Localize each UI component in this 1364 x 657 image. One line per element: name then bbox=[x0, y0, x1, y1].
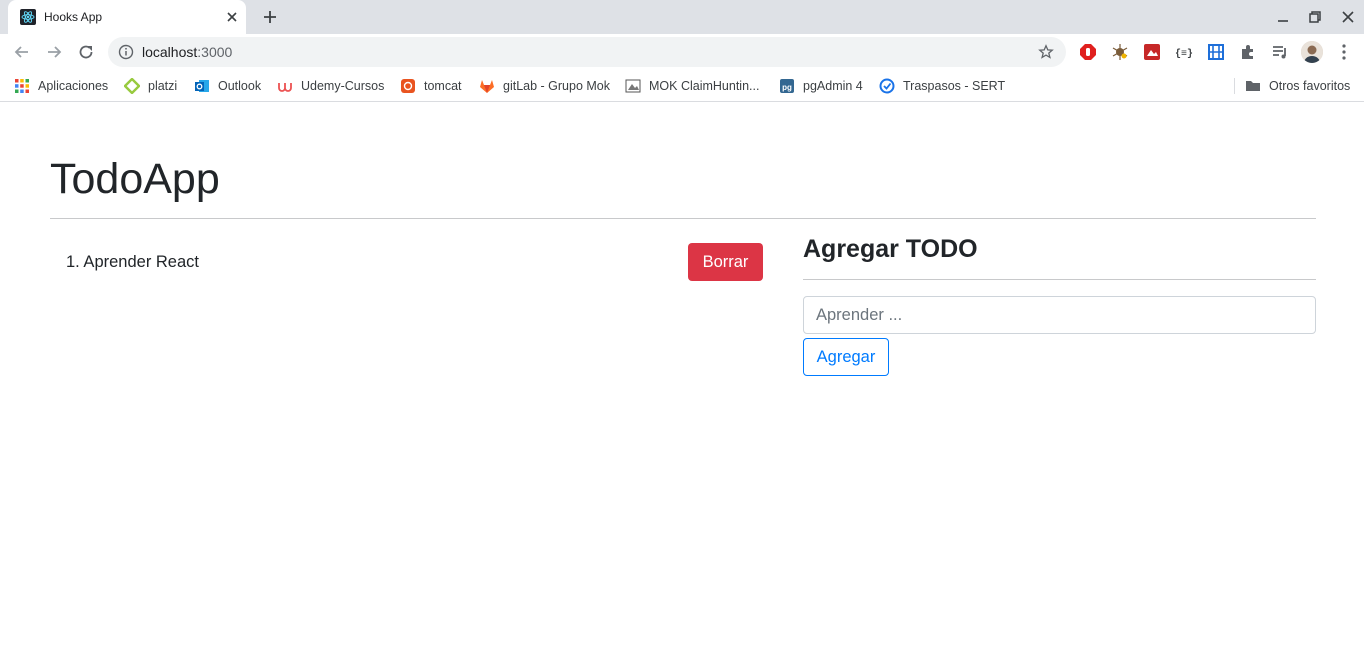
media-queue-icon[interactable] bbox=[1271, 43, 1289, 61]
browser-menu-icon[interactable] bbox=[1337, 43, 1351, 61]
pgadmin-icon: pg bbox=[780, 79, 794, 93]
bookmark-mok[interactable]: MOK ClaimHuntin... bbox=[625, 76, 759, 96]
add-todo-heading: Agregar TODO bbox=[803, 235, 978, 263]
title-divider bbox=[50, 218, 1316, 219]
url-text: localhost:3000 bbox=[142, 44, 233, 60]
bookmark-star-icon[interactable] bbox=[1038, 44, 1054, 60]
add-todo-button[interactable]: Agregar bbox=[803, 338, 889, 376]
folder-icon bbox=[1246, 81, 1260, 91]
bookmark-label: gitLab - Grupo Mok bbox=[503, 79, 610, 93]
bookmark-gitlab[interactable]: gitLab - Grupo Mok bbox=[479, 76, 610, 96]
layout-extension-icon[interactable] bbox=[1207, 43, 1225, 61]
page-title: TodoApp bbox=[50, 155, 220, 203]
bookmark-apps[interactable]: Aplicaciones bbox=[14, 76, 108, 96]
delete-todo-button[interactable]: Borrar bbox=[688, 243, 763, 281]
puzzle-extensions-icon[interactable] bbox=[1239, 43, 1257, 61]
bookmark-label: platzi bbox=[148, 79, 178, 93]
adblock-extension-icon[interactable] bbox=[1079, 43, 1097, 61]
profile-avatar[interactable] bbox=[1301, 41, 1323, 63]
image-extension-icon[interactable] bbox=[1143, 43, 1161, 61]
outlook-icon bbox=[195, 80, 209, 92]
page-content: TodoApp 1. Aprender React Borrar Agregar… bbox=[0, 103, 1364, 657]
new-tab-icon[interactable] bbox=[261, 8, 279, 26]
bookmark-label: Udemy-Cursos bbox=[301, 79, 385, 93]
bookmark-udemy[interactable]: Udemy-Cursos bbox=[277, 76, 384, 96]
tab-strip: Hooks App bbox=[0, 0, 1364, 34]
svg-text:{≡}: {≡} bbox=[1175, 48, 1193, 60]
back-icon[interactable] bbox=[12, 42, 32, 62]
json-extension-icon[interactable]: {≡} bbox=[1175, 43, 1193, 61]
browser-toolbar: localhost:3000 {≡} bbox=[0, 34, 1364, 70]
close-window-icon[interactable] bbox=[1341, 10, 1355, 24]
bookmark-label: MOK ClaimHuntin... bbox=[649, 79, 760, 93]
bookmark-tomcat[interactable]: tomcat bbox=[400, 76, 462, 96]
tomcat-icon bbox=[401, 79, 415, 93]
todo-item-text: 1. Aprender React bbox=[66, 253, 199, 271]
address-bar[interactable]: localhost:3000 bbox=[108, 37, 1066, 67]
form-divider bbox=[803, 279, 1316, 280]
bookmark-label: Outlook bbox=[218, 79, 262, 93]
platzi-icon bbox=[124, 78, 140, 94]
avatar-icon bbox=[1301, 41, 1323, 63]
bookmark-label: Aplicaciones bbox=[38, 79, 109, 93]
sert-icon bbox=[879, 78, 895, 94]
react-icon bbox=[20, 9, 36, 25]
reload-icon[interactable] bbox=[76, 42, 96, 62]
bookmark-label: tomcat bbox=[424, 79, 462, 93]
tab-title: Hooks App bbox=[44, 10, 103, 24]
forward-icon[interactable] bbox=[44, 42, 64, 62]
bug-extension-icon[interactable] bbox=[1111, 43, 1129, 61]
udemy-icon bbox=[278, 83, 292, 92]
bookmark-platzi[interactable]: platzi bbox=[124, 76, 177, 96]
close-tab-icon[interactable] bbox=[224, 9, 240, 25]
bookmark-sert[interactable]: Traspasos - SERT bbox=[879, 76, 1005, 96]
bookmark-pgadmin[interactable]: pg pgAdmin 4 bbox=[779, 76, 863, 96]
bookmarks-separator bbox=[1234, 78, 1235, 94]
gitlab-icon bbox=[480, 80, 494, 93]
tab-hooks-app[interactable]: Hooks App bbox=[8, 0, 246, 34]
todo-description-input[interactable] bbox=[803, 296, 1316, 334]
bookmarks-bar: Aplicaciones platzi Outlook Udemy-Cursos… bbox=[0, 70, 1364, 102]
bookmark-label: pgAdmin 4 bbox=[803, 79, 863, 93]
bookmark-label: Traspasos - SERT bbox=[903, 79, 1006, 93]
other-bookmarks-label: Otros favoritos bbox=[1269, 79, 1351, 93]
other-bookmarks[interactable]: Otros favoritos bbox=[1245, 76, 1350, 96]
minimize-icon[interactable] bbox=[1276, 10, 1290, 24]
restore-icon[interactable] bbox=[1308, 10, 1322, 24]
mok-icon bbox=[625, 79, 641, 93]
apps-grid-icon bbox=[15, 79, 29, 93]
svg-text:pg: pg bbox=[782, 83, 792, 92]
info-icon[interactable] bbox=[118, 44, 134, 60]
bookmark-outlook[interactable]: Outlook bbox=[194, 76, 261, 96]
